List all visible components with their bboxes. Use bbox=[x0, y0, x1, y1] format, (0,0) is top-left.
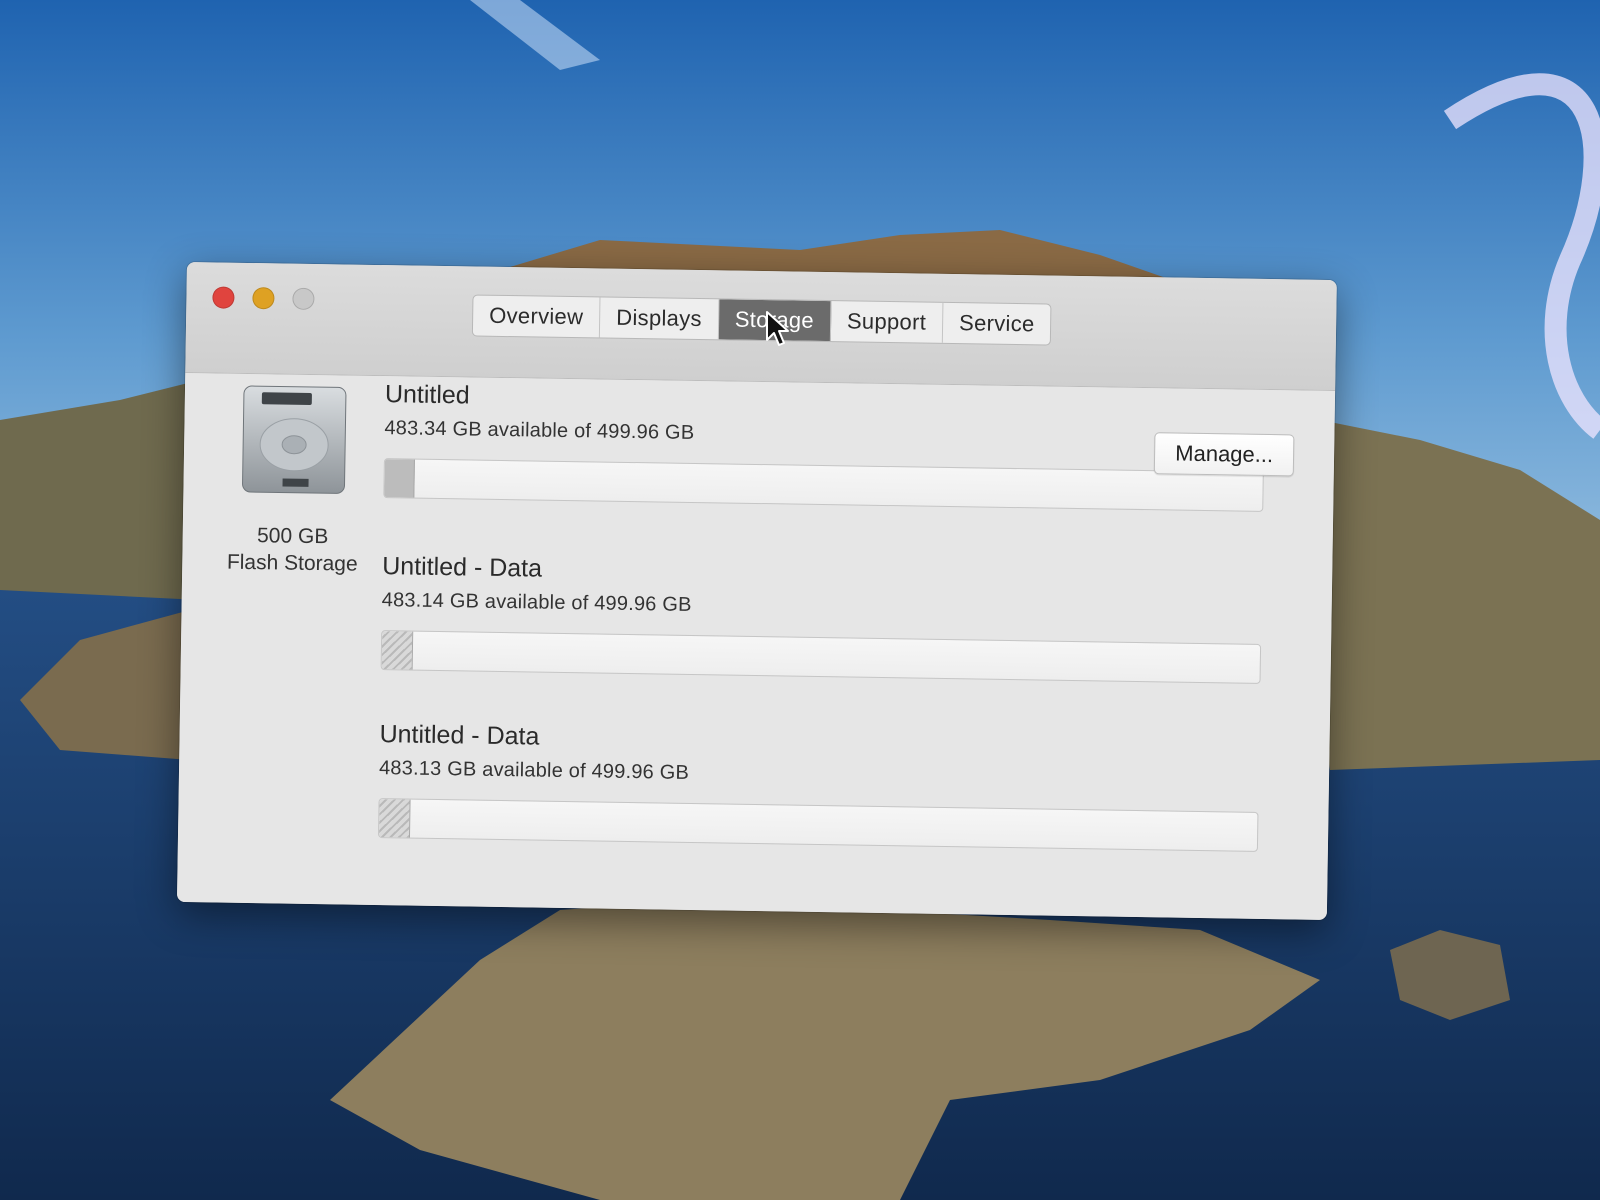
tab-bar: Overview Displays Storage Support Servic… bbox=[471, 294, 1052, 346]
volume-untitled-data-1: Untitled - Data 483.14 GB available of 4… bbox=[380, 550, 1263, 684]
storage-usage-bar bbox=[383, 458, 1264, 512]
storage-usage-fill bbox=[381, 631, 414, 670]
about-this-mac-window: Overview Displays Storage Support Servic… bbox=[176, 262, 1337, 920]
tab-support[interactable]: Support bbox=[830, 301, 944, 343]
tab-displays[interactable]: Displays bbox=[599, 297, 720, 340]
close-button[interactable] bbox=[212, 286, 235, 309]
window-titlebar: Overview Displays Storage Support Servic… bbox=[185, 262, 1337, 392]
disk-capacity: 500 GB bbox=[256, 524, 329, 549]
minimize-button[interactable] bbox=[252, 287, 275, 310]
volume-untitled: Untitled 483.34 GB available of 499.96 G… bbox=[383, 378, 1265, 512]
window-controls bbox=[212, 286, 315, 311]
volume-untitled-data-2: Untitled - Data 483.13 GB available of 4… bbox=[377, 718, 1260, 852]
storage-usage-bar bbox=[380, 630, 1262, 684]
mouse-pointer-icon bbox=[766, 311, 789, 346]
disk-type: Flash Storage bbox=[226, 550, 358, 576]
disk-summary: 500 GB Flash Storage bbox=[212, 383, 375, 577]
zoom-button-disabled bbox=[292, 287, 315, 311]
manage-button[interactable]: Manage... bbox=[1153, 432, 1295, 477]
storage-usage-fill bbox=[384, 459, 415, 498]
tab-overview[interactable]: Overview bbox=[472, 295, 601, 338]
storage-pane: 500 GB Flash Storage Untitled 483.34 GB … bbox=[176, 372, 1336, 920]
storage-usage-fill bbox=[378, 799, 411, 838]
hard-drive-icon bbox=[242, 385, 347, 494]
tab-service[interactable]: Service bbox=[943, 303, 1051, 345]
storage-usage-bar bbox=[377, 798, 1259, 852]
